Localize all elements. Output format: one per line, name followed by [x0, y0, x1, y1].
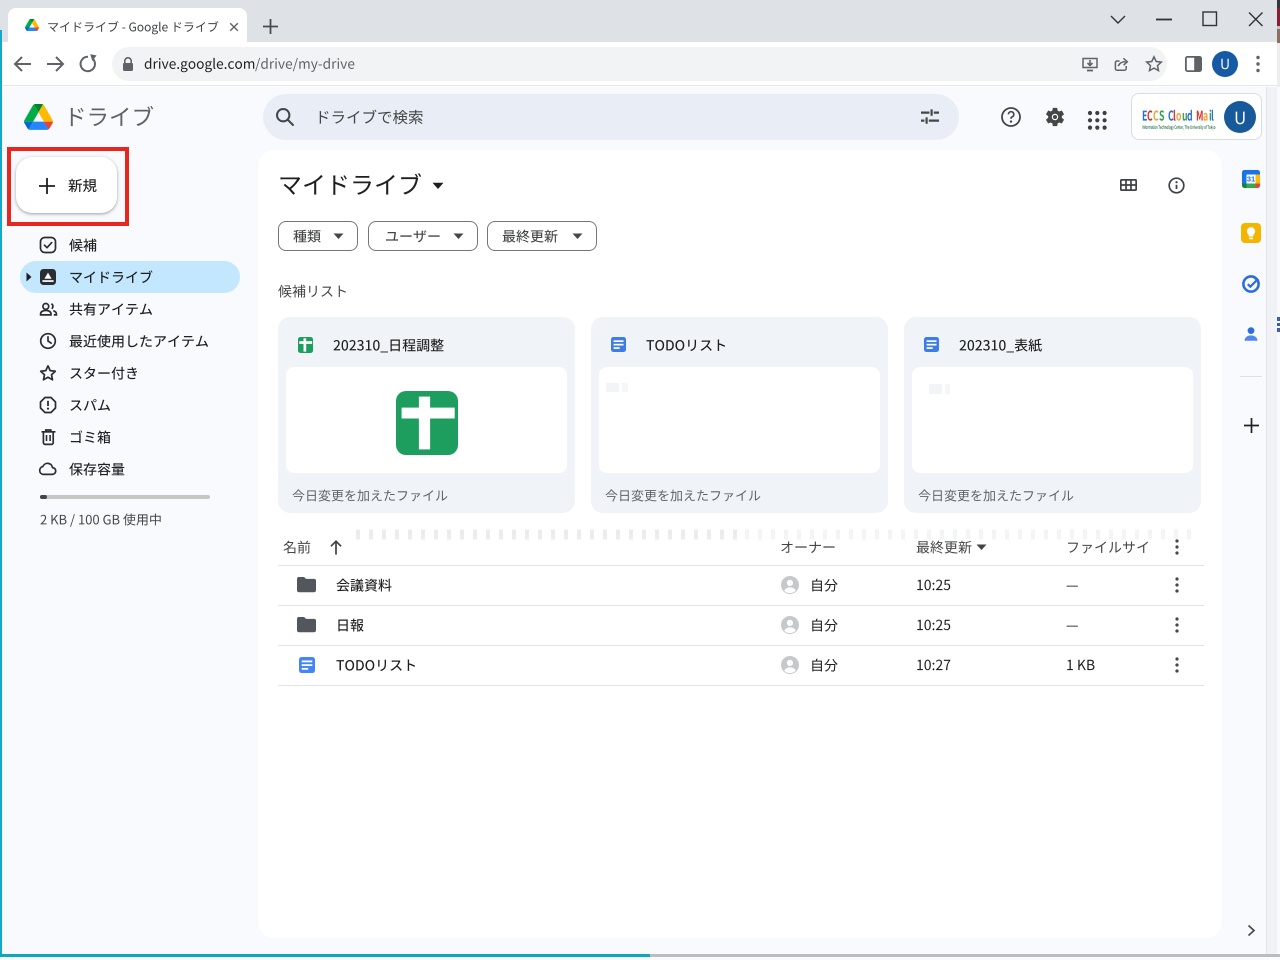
svg-text:31: 31	[1247, 175, 1255, 184]
